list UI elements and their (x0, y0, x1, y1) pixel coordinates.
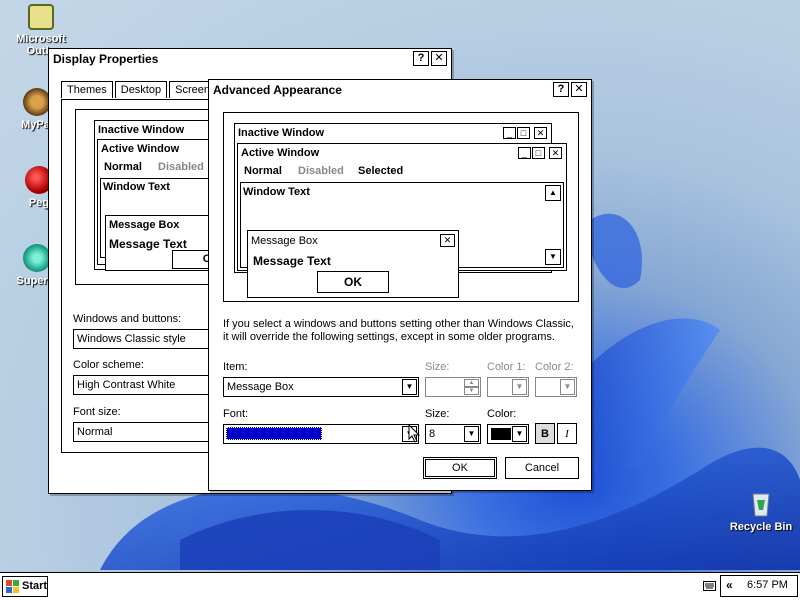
advanced-preview: Inactive Window _ □ ✕ Active Window _ □ … (223, 112, 579, 302)
font-select[interactable]: ▼ (223, 424, 419, 444)
desktop-icon-label: Microsoft (16, 33, 66, 45)
item-select[interactable]: Message Box ▼ (223, 377, 419, 397)
color1-picker: ▼ (487, 377, 529, 397)
preview-window-text: Window Text (243, 186, 310, 198)
scroll-down-arrow-icon: ▼ (545, 249, 561, 265)
info-text-line1: If you select a windows and buttons sett… (223, 318, 574, 330)
preview-msgbox-text: Message Text (253, 254, 331, 268)
bold-button[interactable]: B (535, 423, 555, 444)
preview-menu-selected: Selected (358, 165, 404, 177)
item-select-value: Message Box (227, 381, 294, 393)
window-title: Display Properties (53, 52, 159, 66)
supermium-icon (23, 244, 51, 272)
mypal-icon (23, 88, 51, 116)
mouse-cursor-icon (408, 424, 421, 443)
font-size-select[interactable]: 8 ▼ (425, 424, 481, 444)
font-color-picker[interactable]: ▼ (487, 424, 529, 444)
preview-menu-normal: Normal (104, 161, 142, 173)
preview-menu-disabled: Disabled (298, 165, 344, 177)
preview-inactive-controls: _ □ ✕ (503, 127, 547, 139)
chevron-down-icon[interactable]: ▼ (402, 379, 417, 395)
preview-msgbox-text: Message Text (109, 237, 187, 251)
item-size-spinner: ▲ ▼ (425, 377, 481, 397)
advanced-appearance-dialog: Advanced Appearance ? ✕ Inactive Window … (208, 79, 592, 491)
preview-menu-disabled: Disabled (158, 161, 204, 173)
font-size-value: 8 (429, 428, 436, 440)
scroll-up-arrow-icon: ▲ (545, 185, 561, 201)
preview-menu-normal: Normal (244, 165, 282, 177)
color1-label: Color 1: (487, 361, 526, 373)
close-icon: ✕ (440, 234, 455, 247)
tab-strip: Themes Desktop Screen S (61, 81, 227, 98)
outlook-icon (28, 4, 54, 30)
font-select-highlight (226, 427, 322, 440)
advanced-appearance-titlebar[interactable]: Advanced Appearance ? ✕ (209, 80, 591, 100)
preview-window-text: Window Text (103, 181, 170, 193)
color2-picker: ▼ (535, 377, 577, 397)
minimize-icon: _ (518, 147, 531, 159)
windows-logo-icon (6, 580, 19, 593)
tab-desktop[interactable]: Desktop (114, 81, 168, 98)
item-size-label: Size: (425, 361, 450, 373)
chevron-down-icon: ▼ (560, 379, 575, 395)
font-color-label: Color: (487, 408, 517, 420)
close-icon: ✕ (549, 147, 562, 159)
italic-button[interactable]: I (557, 423, 577, 444)
windows-buttons-label: Windows and buttons: (73, 313, 182, 325)
ok-button[interactable]: OK (423, 457, 497, 479)
close-button[interactable]: ✕ (431, 51, 447, 66)
maximize-icon: □ (532, 147, 545, 159)
desktop-icon-label: Recycle Bin (729, 521, 793, 533)
dialog-title: Advanced Appearance (213, 83, 342, 97)
start-button[interactable]: Start (2, 576, 48, 597)
close-button[interactable]: ✕ (571, 82, 587, 97)
color2-label: Color 2: (535, 361, 574, 373)
system-tray: « 6:57 PM (720, 575, 798, 597)
color-scheme-label: Color scheme: (73, 359, 144, 371)
font-size-label: Size: (425, 408, 450, 420)
minimize-icon: _ (503, 127, 516, 139)
spin-up-icon: ▲ (464, 379, 479, 387)
taskbar: Start « 6:57 PM (0, 572, 800, 600)
help-button[interactable]: ? (413, 51, 429, 66)
start-label: Start (22, 580, 48, 592)
maximize-icon: □ (517, 127, 530, 139)
color-swatch (491, 428, 511, 440)
chevron-down-icon: ▼ (512, 379, 527, 395)
item-label: Item: (223, 361, 248, 373)
help-button[interactable]: ? (553, 82, 569, 97)
info-text-line2: it will override the following settings,… (223, 331, 555, 343)
recycle-bin-icon (745, 486, 777, 518)
preview-active-controls: _ □ ✕ (518, 147, 562, 159)
preview-message-box: Message Box ✕ Message Text OK (247, 230, 459, 298)
spin-down-icon: ▼ (464, 387, 479, 395)
font-label: Font: (223, 408, 249, 420)
close-icon: ✕ (534, 127, 547, 139)
desktop-icon-recycle-bin[interactable]: Recycle Bin (722, 486, 800, 533)
preview-ok-button: OK (317, 271, 389, 293)
tab-themes[interactable]: Themes (61, 81, 113, 98)
chevron-down-icon[interactable]: ▼ (512, 426, 527, 442)
preview-active-title: Active Window (101, 143, 180, 155)
keyboard-icon[interactable] (703, 579, 716, 593)
cancel-button[interactable]: Cancel (505, 457, 579, 479)
preview-inactive-title: Inactive Window (98, 124, 185, 136)
font-size-label: Font size: (73, 406, 121, 418)
preview-msgbox-title: Message Box (109, 219, 180, 231)
show-hidden-icons-button[interactable]: « (726, 578, 733, 592)
clock[interactable]: 6:57 PM (747, 579, 788, 591)
preview-active-title: Active Window (241, 147, 320, 159)
preview-inactive-title: Inactive Window (238, 127, 325, 139)
chevron-down-icon[interactable]: ▼ (464, 426, 479, 442)
preview-msgbox-title: Message Box (251, 235, 318, 247)
display-properties-titlebar[interactable]: Display Properties ? ✕ (49, 49, 451, 69)
